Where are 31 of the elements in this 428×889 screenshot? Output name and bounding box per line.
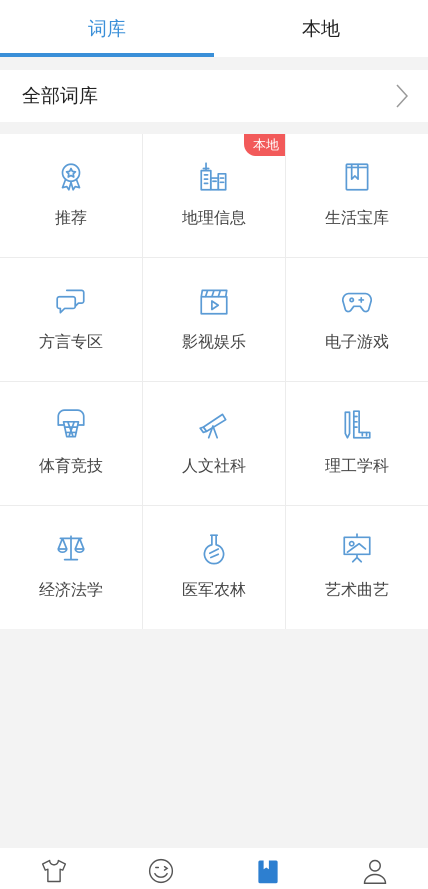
category-tile[interactable]: 电子游戏	[286, 258, 428, 381]
category-label: 生活宝库	[325, 208, 389, 229]
category-tile[interactable]: 体育竞技	[0, 382, 142, 505]
category-label: 电子游戏	[325, 332, 389, 353]
row-label: 全部词库	[22, 84, 98, 109]
category-label: 影视娱乐	[182, 332, 246, 353]
category-label: 推荐	[55, 208, 87, 229]
category-tile[interactable]: 人文社科	[143, 382, 285, 505]
category-tile[interactable]: 方言专区	[0, 258, 142, 381]
category-tile[interactable]: 推荐	[0, 134, 142, 257]
all-wordbanks-row[interactable]: 全部词库	[0, 70, 428, 122]
t-shirt-icon[interactable]	[40, 857, 68, 885]
category-label: 地理信息	[182, 208, 246, 229]
local-badge: 本地	[244, 134, 285, 156]
smiley-icon[interactable]	[146, 857, 174, 885]
category-label: 方言专区	[39, 332, 103, 353]
category-tile[interactable]: 地理信息 本地	[143, 134, 285, 257]
category-label: 体育竞技	[39, 456, 103, 477]
chevron-right-icon	[396, 84, 408, 108]
category-label: 医军农林	[182, 580, 246, 601]
category-label: 艺术曲艺	[325, 580, 389, 601]
category-label: 理工学科	[325, 456, 389, 477]
category-tile[interactable]: 影视娱乐	[143, 258, 285, 381]
category-label: 人文社科	[182, 456, 246, 477]
category-label: 经济法学	[39, 580, 103, 601]
category-tile[interactable]: 生活宝库	[286, 134, 428, 257]
category-tile[interactable]: 理工学科	[286, 382, 428, 505]
category-tile[interactable]: 艺术曲艺	[286, 506, 428, 629]
tab[interactable]: 本地	[214, 0, 428, 57]
category-tile[interactable]: 经济法学	[0, 506, 142, 629]
category-tile[interactable]: 医军农林	[143, 506, 285, 629]
